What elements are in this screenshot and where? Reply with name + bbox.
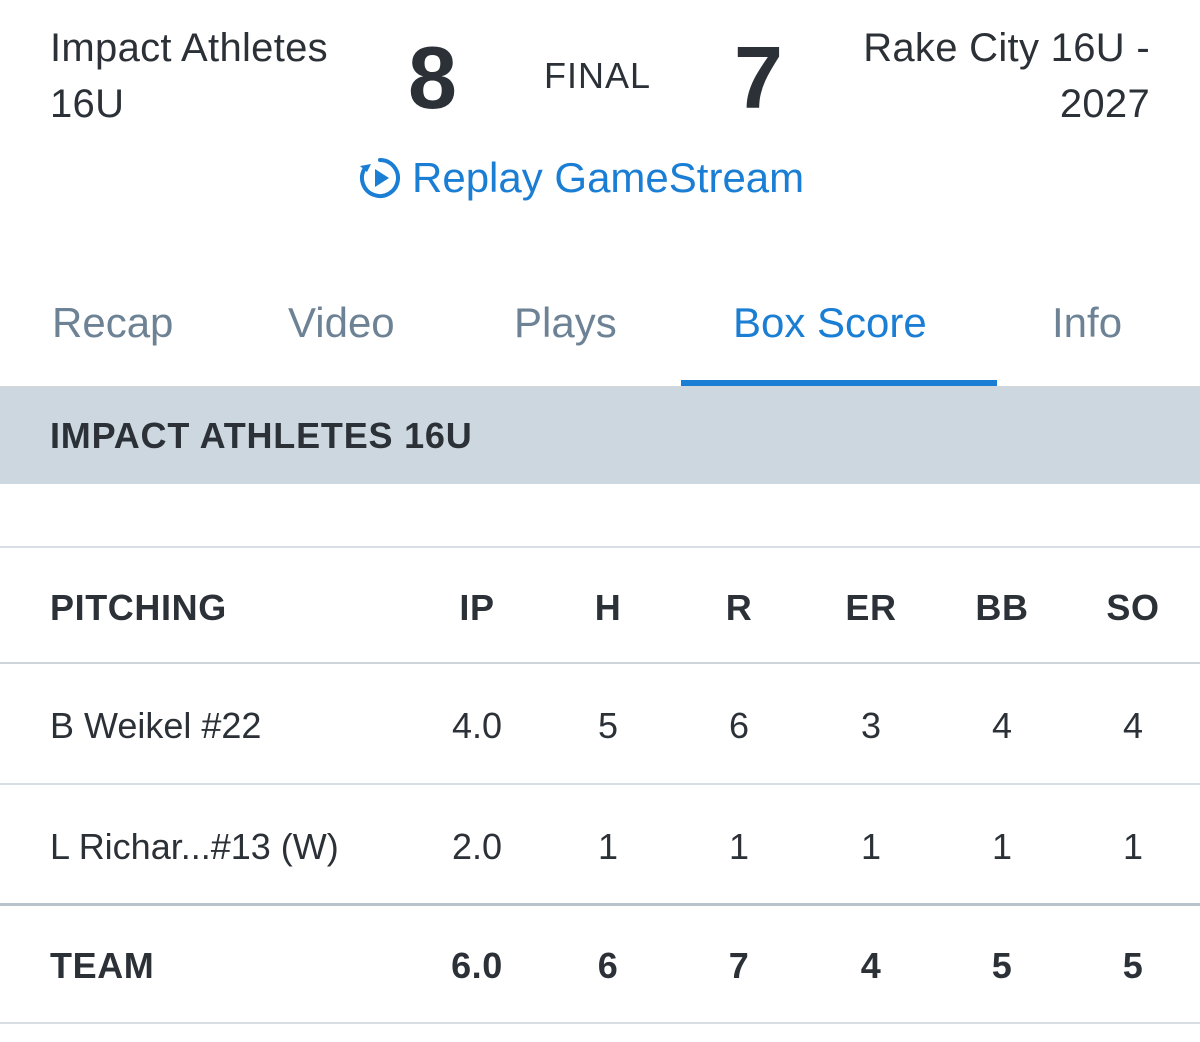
team-stat-ip: 6.0: [451, 945, 503, 986]
away-team-score: 7: [734, 28, 783, 127]
team-stat-bb: 5: [991, 945, 1013, 986]
away-team-name[interactable]: Rake City 16U - 2027: [820, 20, 1150, 132]
team-stat-er: 4: [860, 945, 882, 986]
column-header-pitching: PITCHING: [50, 587, 227, 628]
pitching-table: PITCHING IP H R ER BB SO B Weikel #22 4.…: [0, 546, 1200, 1024]
team-total-label: TEAM: [50, 945, 155, 986]
column-header-r: R: [725, 587, 753, 628]
table-row[interactable]: B Weikel #22 4.0 5 6 3 4 4: [0, 664, 1200, 785]
stat-er: 3: [860, 705, 882, 746]
team-stat-r: 7: [728, 945, 750, 986]
stat-er: 1: [860, 826, 882, 867]
stat-ip: 4.0: [451, 705, 503, 746]
tab-box-score[interactable]: Box Score: [733, 290, 927, 356]
team-section-header: IMPACT ATHLETES 16U: [0, 388, 1200, 484]
stat-ip: 2.0: [451, 826, 503, 867]
game-status: FINAL: [544, 55, 652, 96]
column-header-bb: BB: [975, 587, 1029, 628]
replay-play-icon: [358, 156, 402, 200]
stat-so: 4: [1122, 705, 1144, 746]
tab-recap[interactable]: Recap: [52, 290, 173, 356]
replay-gamestream-label: Replay GameStream: [412, 154, 805, 201]
team-stat-so: 5: [1122, 945, 1144, 986]
team-total-row: TEAM 6.0 6 7 4 5 5: [0, 906, 1200, 1024]
column-header-er: ER: [845, 587, 897, 628]
pitcher-name[interactable]: B Weikel #22: [50, 704, 410, 748]
column-header-ip: IP: [459, 587, 495, 628]
active-tab-indicator: [681, 380, 997, 386]
stat-r: 1: [728, 826, 750, 867]
pitcher-name[interactable]: L Richar...#13 (W): [50, 825, 410, 869]
column-header-so: SO: [1106, 587, 1160, 628]
game-header: Impact Athletes 16U 8 FINAL 7 Rake City …: [0, 0, 1200, 230]
stat-bb: 4: [991, 705, 1013, 746]
table-row[interactable]: L Richar...#13 (W) 2.0 1 1 1 1 1: [0, 785, 1200, 906]
stat-so: 1: [1122, 826, 1144, 867]
stat-r: 6: [728, 705, 750, 746]
tab-video[interactable]: Video: [288, 290, 395, 356]
home-team-score: 8: [408, 28, 457, 127]
replay-gamestream-button[interactable]: Replay GameStream: [358, 152, 804, 204]
stat-h: 5: [597, 705, 619, 746]
column-header-h: H: [594, 587, 622, 628]
table-header-row: PITCHING IP H R ER BB SO: [0, 546, 1200, 664]
stat-bb: 1: [991, 826, 1013, 867]
home-team-name[interactable]: Impact Athletes 16U: [50, 20, 370, 132]
tab-info[interactable]: Info: [1052, 290, 1122, 356]
tab-plays[interactable]: Plays: [514, 290, 617, 356]
stat-h: 1: [597, 826, 619, 867]
team-stat-h: 6: [597, 945, 619, 986]
team-section-title: IMPACT ATHLETES 16U: [50, 415, 473, 456]
game-tabs: Recap Video Plays Box Score Info: [0, 270, 1200, 388]
